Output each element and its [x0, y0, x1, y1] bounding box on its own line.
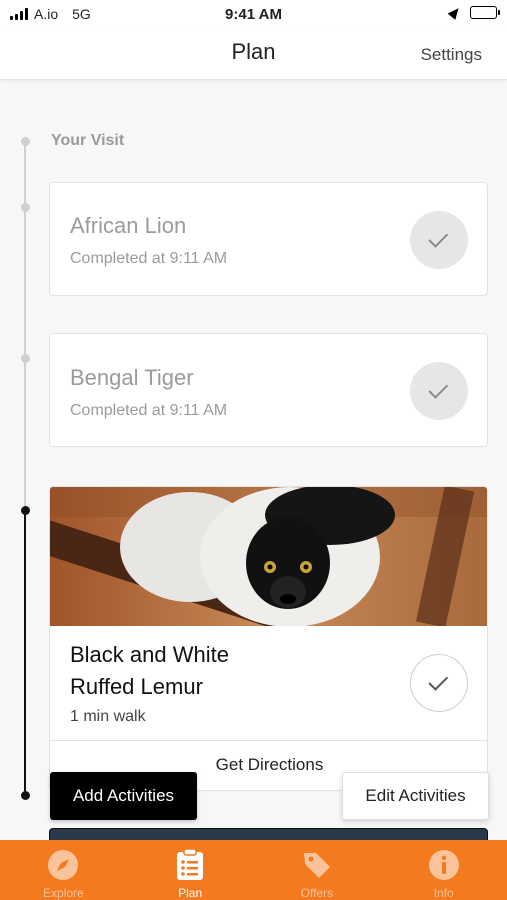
- activity-status: Completed at 9:11 AM: [70, 402, 228, 419]
- activity-title-line2: Ruffed Lemur: [70, 674, 203, 699]
- tab-plan[interactable]: Plan: [127, 840, 254, 900]
- battery-icon: [470, 6, 500, 19]
- tab-label: Offers: [300, 886, 334, 900]
- status-time: 9:41 AM: [225, 6, 282, 23]
- activity-card[interactable]: Bengal Tiger Completed at 9:11 AM: [49, 333, 488, 447]
- activity-title: Black and White Ruffed Lemur: [70, 639, 229, 703]
- section-label: Your Visit: [51, 132, 125, 149]
- complete-toggle-button[interactable]: [410, 654, 468, 712]
- activity-card[interactable]: African Lion Completed at 9:11 AM: [49, 182, 488, 296]
- tab-explore[interactable]: Explore: [0, 840, 127, 900]
- tab-label: Plan: [178, 886, 203, 900]
- activity-title: African Lion: [70, 213, 187, 238]
- timeline-dot-end: [20, 791, 30, 800]
- compass-icon: [46, 848, 80, 882]
- tag-icon: [300, 848, 334, 882]
- tab-offers[interactable]: Offers: [254, 840, 381, 900]
- tab-bar: Explore Plan Offers Info: [0, 840, 507, 900]
- location-icon: [447, 5, 463, 20]
- check-icon: [428, 670, 449, 691]
- timeline-dot: [20, 354, 30, 363]
- info-icon: [427, 848, 461, 882]
- status-bar: A.io 5G 9:41 AM: [0, 0, 507, 30]
- activity-title: Bengal Tiger: [70, 365, 194, 390]
- status-right: [447, 5, 500, 20]
- settings-button[interactable]: Settings: [421, 45, 482, 65]
- nav-bar: Plan Settings: [0, 30, 507, 80]
- clipboard-list-icon: [173, 848, 207, 882]
- timeline-dot: [20, 203, 30, 212]
- complete-toggle-button[interactable]: [410, 362, 468, 420]
- timeline-dot: [20, 137, 30, 146]
- activity-card-current[interactable]: Black and White Ruffed Lemur 1 min walk …: [49, 486, 488, 791]
- walk-time: 1 min walk: [70, 708, 146, 725]
- edit-activities-button[interactable]: Edit Activities: [342, 772, 489, 820]
- add-activities-button[interactable]: Add Activities: [50, 772, 197, 820]
- tab-label: Explore: [43, 886, 84, 900]
- timeline-line-completed: [24, 141, 26, 510]
- tab-info[interactable]: Info: [380, 840, 507, 900]
- activity-status: Completed at 9:11 AM: [70, 250, 228, 267]
- lemur-photo: [50, 487, 487, 626]
- timeline-dot-current: [20, 506, 30, 515]
- check-icon: [428, 378, 449, 399]
- timeline-line-upcoming: [24, 510, 26, 795]
- complete-toggle-button[interactable]: [410, 211, 468, 269]
- check-icon: [428, 227, 449, 248]
- tab-label: Info: [433, 886, 454, 900]
- activity-title-line1: Black and White: [70, 642, 229, 667]
